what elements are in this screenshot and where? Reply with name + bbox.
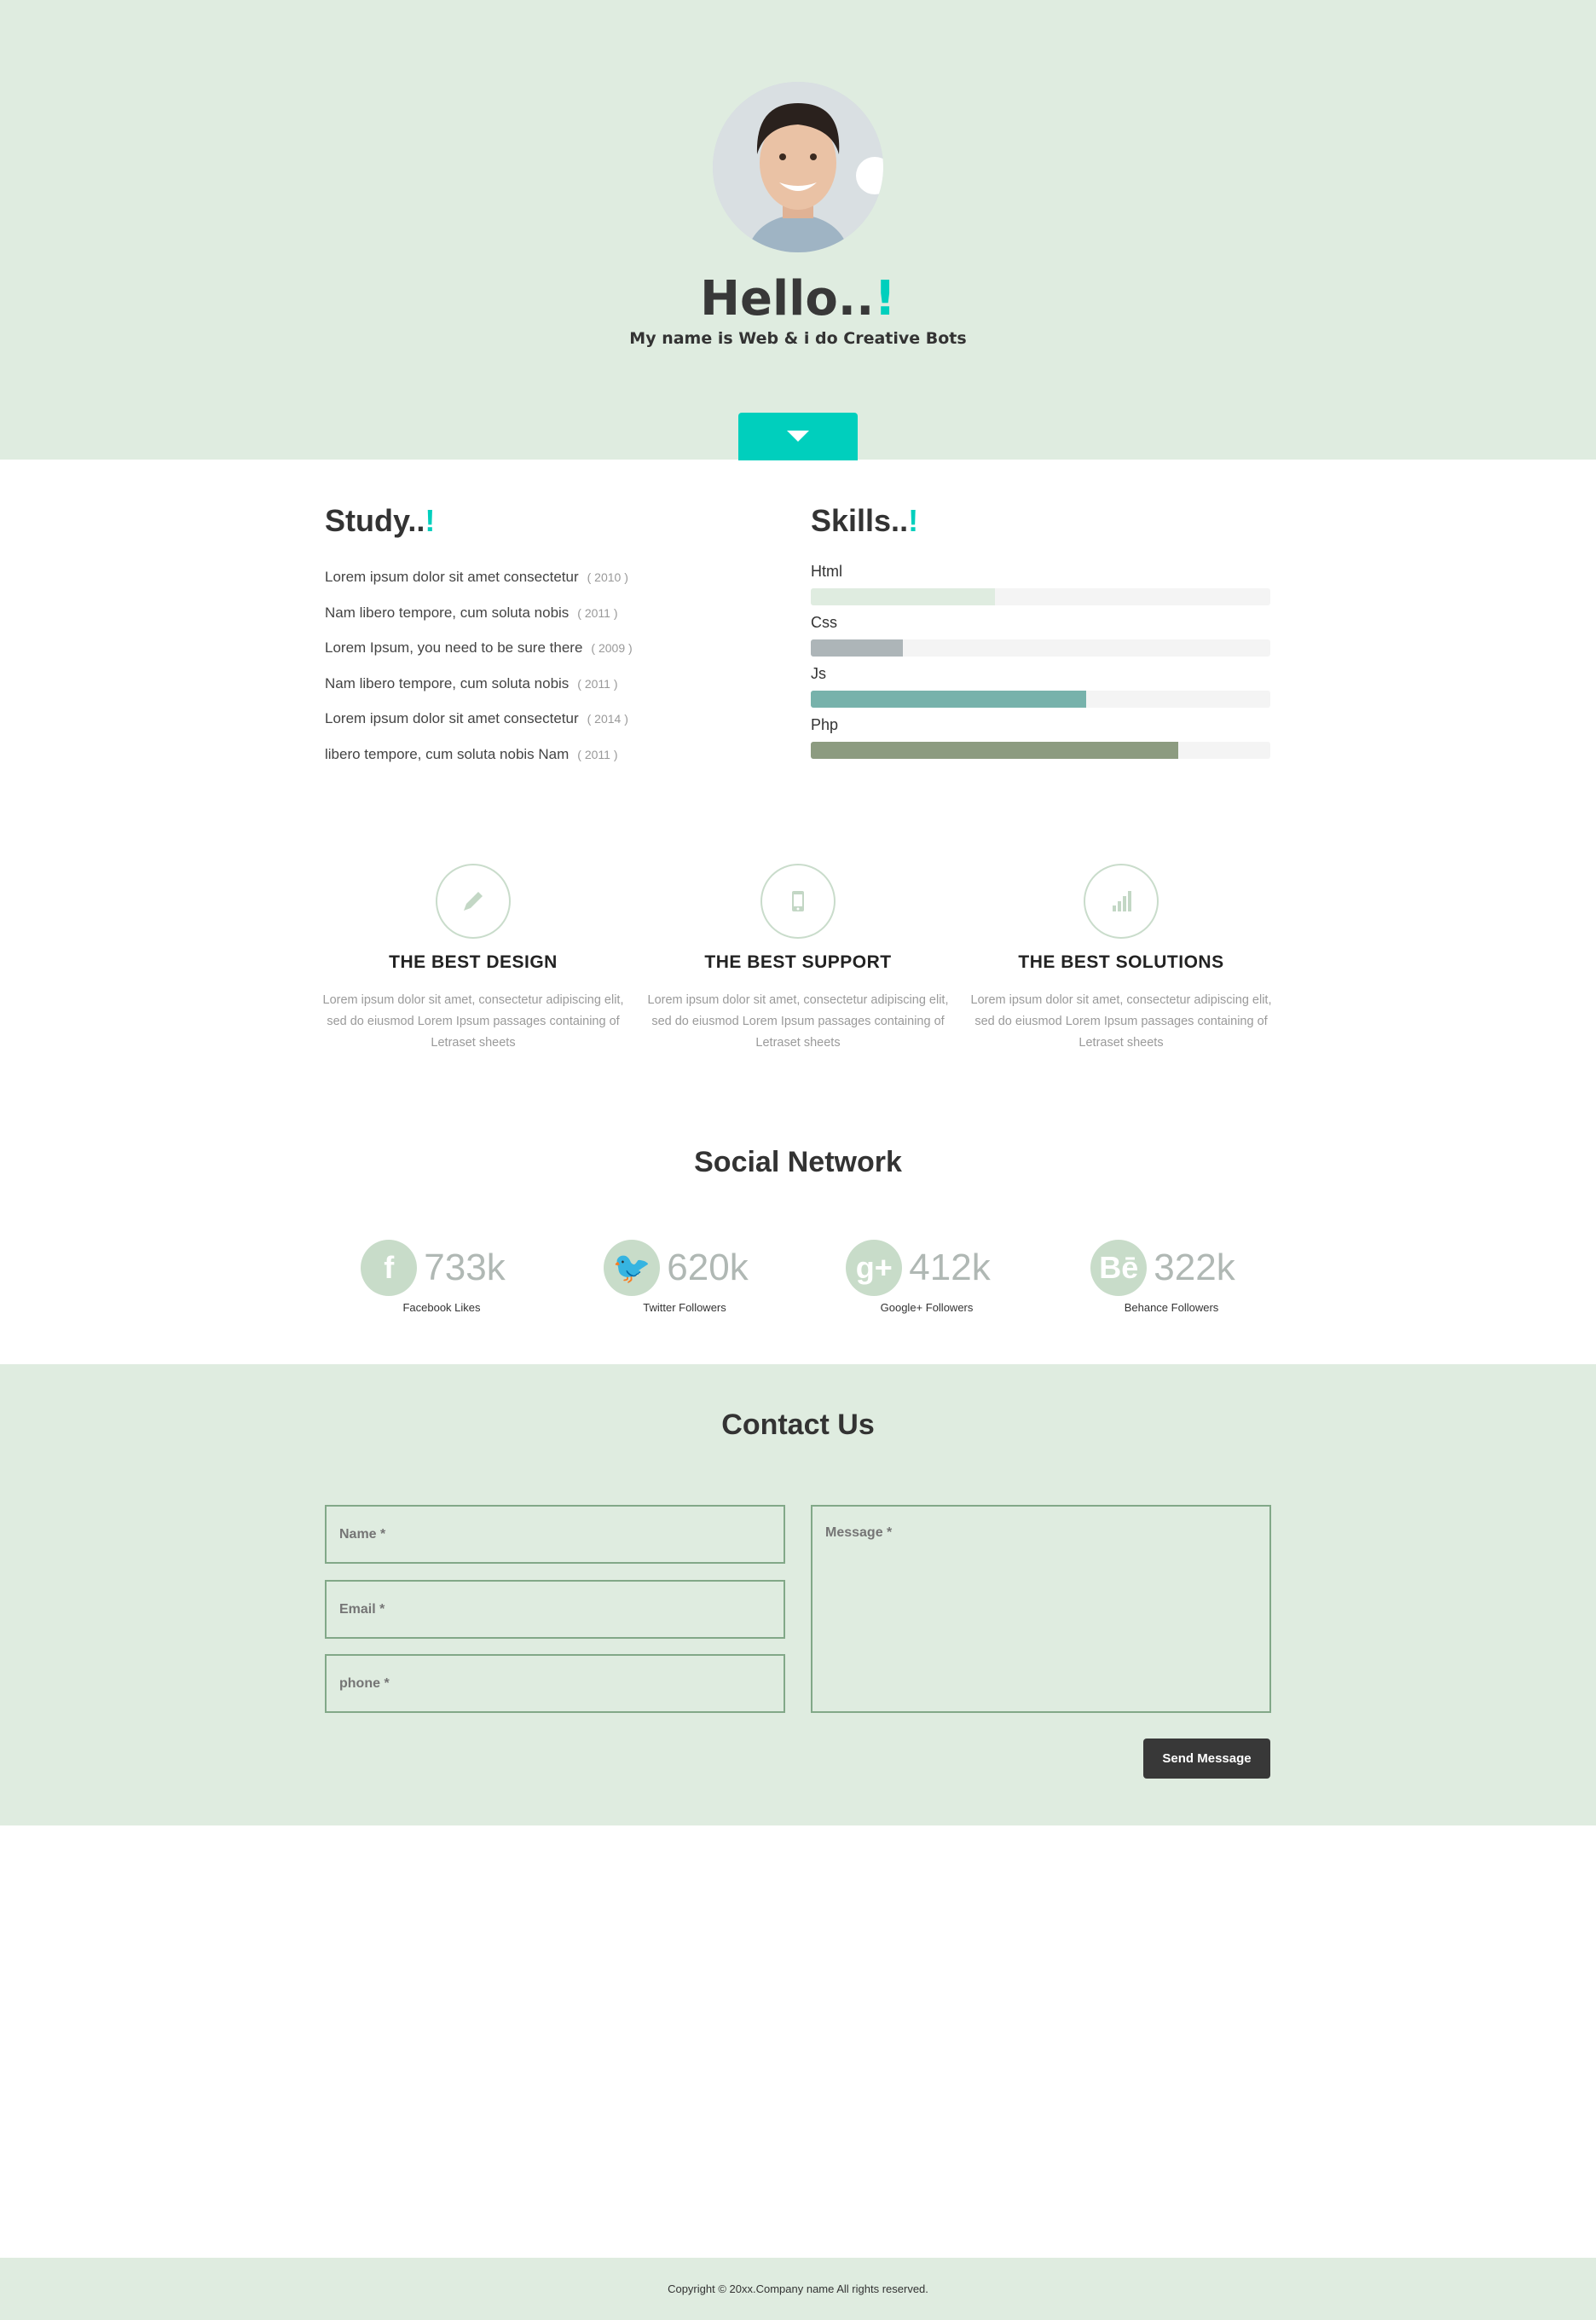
study-item: Lorem ipsum dolor sit amet consectetur ( … — [325, 569, 628, 586]
skill-bar — [811, 639, 1270, 657]
social-label: Behance Followers — [1124, 1301, 1219, 1314]
study-year: ( 2011 ) — [577, 605, 618, 620]
study-item: Lorem Ipsum, you need to be sure there ( … — [325, 639, 633, 657]
social-item[interactable]: 🐦 620k Twitter Followers — [557, 1240, 795, 1314]
skill-bar — [811, 588, 1270, 605]
feature-card: THE BEST SUPPORT Lorem ipsum dolor sit am… — [645, 864, 951, 1054]
study-year: ( 2014 ) — [587, 712, 628, 726]
social-heading: Social Network — [694, 1146, 902, 1178]
study-text: libero tempore, cum soluta nobis Nam — [325, 746, 570, 762]
skill-bar-fill — [811, 588, 995, 605]
hero-title-accent: ! — [874, 271, 896, 327]
study-text: Nam libero tempore, cum soluta nobis — [325, 674, 570, 691]
skill-bar — [811, 691, 1270, 708]
social-count: 412k — [909, 1247, 991, 1288]
skill-bar-fill — [811, 639, 903, 657]
facebook-icon[interactable]: f — [361, 1240, 418, 1296]
social-label: Facebook Likes — [402, 1301, 481, 1314]
avatar — [713, 82, 883, 252]
mobile-icon — [760, 864, 836, 939]
study-text: Lorem Ipsum, you need to be sure there — [325, 639, 583, 657]
copyright-text: Copyright © 20xx.Company name All rights… — [668, 2282, 928, 2295]
feature-text: Lorem ipsum dolor sit amet, consectetur … — [970, 993, 1272, 1050]
study-item: libero tempore, cum soluta nobis Nam ( 20… — [325, 746, 618, 763]
feature-title: THE BEST SOLUTIONS — [1018, 952, 1224, 972]
study-text: Lorem ipsum dolor sit amet consectetur — [325, 569, 579, 585]
hero-title: Hello..! — [0, 271, 1596, 327]
twitter-icon[interactable]: 🐦 — [604, 1240, 661, 1296]
social-count: 322k — [1154, 1247, 1235, 1288]
skill-label: Js — [811, 665, 826, 682]
study-item: Nam libero tempore, cum soluta nobis ( 20… — [325, 675, 618, 692]
study-heading: Study..! — [325, 503, 436, 538]
skill-label: Php — [811, 716, 839, 733]
social-item[interactable]: Bē 322k Behance Followers — [1044, 1240, 1282, 1314]
social-label: Twitter Followers — [643, 1301, 726, 1314]
feature-text: Lorem ipsum dolor sit amet, consectetur … — [647, 993, 949, 1050]
email-input[interactable] — [325, 1580, 785, 1639]
social-item[interactable]: f 733k Facebook Likes — [314, 1240, 552, 1314]
skill-bar-fill — [811, 691, 1087, 708]
hero-title-text: Hello.. — [700, 271, 875, 327]
phone-input[interactable] — [325, 1654, 785, 1713]
hero-subtitle: My name is Web & i do Creative Bots — [629, 329, 967, 348]
social-item[interactable]: g+ 412k Google+ Followers — [799, 1240, 1038, 1314]
social-label: Google+ Followers — [880, 1301, 974, 1314]
study-year: ( 2009 ) — [591, 641, 633, 656]
social-count: 620k — [667, 1247, 749, 1288]
caret-down-icon — [787, 431, 809, 442]
skill-bar-fill — [811, 742, 1179, 759]
study-item: Lorem ipsum dolor sit amet consectetur ( … — [325, 710, 628, 727]
send-message-button[interactable]: Send Message — [1143, 1739, 1270, 1779]
study-item: Nam libero tempore, cum soluta nobis ( 20… — [325, 605, 618, 622]
skill-label: Html — [811, 563, 842, 580]
feature-card: THE BEST SOLUTIONS Lorem ipsum dolor sit … — [968, 864, 1275, 1054]
pencil-icon — [436, 864, 511, 939]
feature-text: Lorem ipsum dolor sit amet, consectetur … — [322, 993, 624, 1050]
name-input[interactable] — [325, 1505, 785, 1564]
scroll-down-button[interactable] — [738, 413, 858, 460]
skills-heading: Skills..! — [811, 503, 919, 538]
message-textarea[interactable] — [811, 1505, 1271, 1713]
study-year: ( 2010 ) — [587, 570, 628, 584]
contact-heading: Contact Us — [721, 1409, 875, 1441]
skill-label: Css — [811, 614, 837, 631]
study-text: Lorem ipsum dolor sit amet consectetur — [325, 710, 579, 727]
behance-icon[interactable]: Bē — [1090, 1240, 1148, 1296]
feature-card: THE BEST DESIGN Lorem ipsum dolor sit ame… — [320, 864, 627, 1054]
footer: Copyright © 20xx.Company name All rights… — [0, 2258, 1596, 2320]
study-year: ( 2011 ) — [577, 676, 618, 691]
social-count: 733k — [424, 1247, 506, 1288]
google-plus-icon[interactable]: g+ — [846, 1240, 903, 1296]
feature-title: THE BEST DESIGN — [389, 952, 558, 972]
study-text: Nam libero tempore, cum soluta nobis — [325, 604, 570, 621]
signal-bars-icon — [1084, 864, 1159, 939]
feature-title: THE BEST SUPPORT — [704, 952, 892, 972]
study-year: ( 2011 ) — [577, 748, 618, 761]
skill-bar — [811, 742, 1270, 759]
